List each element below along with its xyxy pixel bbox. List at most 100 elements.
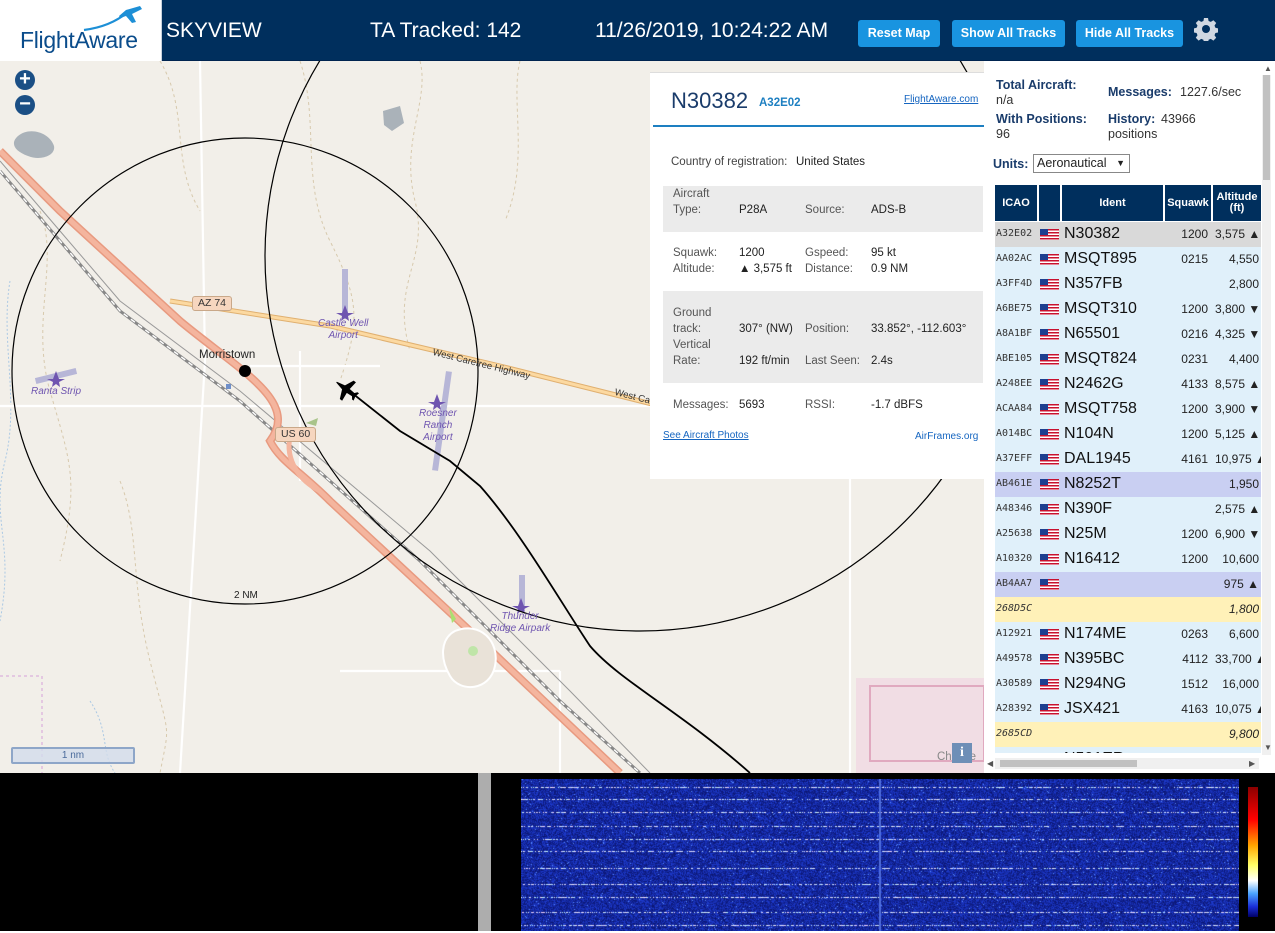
cell-ident <box>1064 597 1163 621</box>
divider <box>653 125 984 127</box>
cell-icao: 268D5C <box>996 603 1033 614</box>
cell-ident: N2462G <box>1064 375 1124 392</box>
altitude-label: Altitude: <box>673 263 715 275</box>
table-row[interactable]: A3FF4D N357FB 2,800 <box>995 272 1261 297</box>
table-row[interactable]: A248EE N2462G 4133 8,575 ▲ <box>995 372 1261 397</box>
scroll-up-icon[interactable]: ▲ <box>1264 64 1272 73</box>
position-label: Position: <box>805 323 850 335</box>
cell-icao: A28392 <box>996 703 1033 714</box>
scroll-left-icon[interactable]: ◀ <box>987 759 993 768</box>
table-row[interactable]: A12921 N174ME 0263 6,600 <box>995 622 1261 647</box>
cell-altitude: 33,700 ▲ <box>1215 652 1261 666</box>
scrollbar-thumb[interactable] <box>1263 75 1270 180</box>
column-header-icao[interactable]: ICAO <box>995 185 1039 221</box>
cell-flag <box>1039 472 1060 496</box>
show-all-tracks-button[interactable]: Show All Tracks <box>952 20 1065 47</box>
column-header-altitude[interactable]: Altitude (ft) <box>1213 185 1261 221</box>
cell-squawk: 0215 <box>1181 252 1208 266</box>
hide-all-tracks-button[interactable]: Hide All Tracks <box>1076 20 1183 47</box>
cell-flag <box>1039 497 1060 521</box>
cell-ident: JSX421 <box>1064 700 1121 717</box>
cell-icao: A3FF4D <box>996 278 1033 289</box>
cell-flag <box>1039 372 1060 396</box>
cell-flag <box>1039 647 1060 671</box>
table-row[interactable]: A30589 N294NG 1512 16,000 <box>995 672 1261 697</box>
aircraft-table: ICAO Ident Squawk Altitude (ft) A32E02 N3… <box>995 185 1261 753</box>
zoom-in-button[interactable]: + <box>15 69 35 90</box>
table-row[interactable]: A25638 N25M 1200 6,900 ▼ <box>995 522 1261 547</box>
us-flag-icon <box>1040 454 1059 465</box>
table-row[interactable]: A28392 JSX421 4163 10,075 ▲ <box>995 697 1261 722</box>
us-flag-icon <box>1040 554 1059 565</box>
table-row[interactable]: A48346 N390F 2,575 ▲ <box>995 497 1261 522</box>
flightaware-link[interactable]: FlightAware.com <box>904 94 978 105</box>
us-flag-icon <box>1040 404 1059 415</box>
source-value: ADS-B <box>871 204 907 216</box>
cell-altitude: 4,400 <box>1228 352 1259 366</box>
gear-icon[interactable] <box>1194 17 1218 41</box>
table-row[interactable]: ACAA84 MSQT758 1200 3,900 ▼ <box>995 397 1261 422</box>
us-flag-icon <box>1040 329 1059 340</box>
table-row[interactable]: A49578 N395BC 4112 33,700 ▲ <box>995 647 1261 672</box>
cell-altitude: 5,125 ▲ <box>1215 427 1261 441</box>
cell-flag <box>1039 697 1060 721</box>
country-value: United States <box>796 156 866 168</box>
us-flag-icon <box>1040 279 1059 290</box>
table-row[interactable]: A37EFF DAL1945 4161 10,975 ▲ <box>995 447 1261 472</box>
position-value: 33.852°, -112.603° <box>871 323 967 335</box>
cell-ident: N25M <box>1064 525 1107 542</box>
selected-aircraft-icon <box>336 380 360 401</box>
table-row[interactable]: A014BC N104N 1200 5,125 ▲ <box>995 422 1261 447</box>
reset-map-button[interactable]: Reset Map <box>858 20 940 47</box>
info-icon[interactable]: i <box>952 743 972 763</box>
aircraft-type-value: P28A <box>739 204 768 216</box>
table-row[interactable]: AA02AC MSQT895 0215 4,550 <box>995 247 1261 272</box>
table-row[interactable]: A32E02 N30382 1200 3,575 ▲ <box>995 222 1261 247</box>
table-horizontal-scrollbar[interactable] <box>995 758 1259 769</box>
us-flag-icon <box>1040 679 1059 690</box>
airframes-link[interactable]: AirFrames.org <box>915 431 978 442</box>
zoom-out-button[interactable]: − <box>15 94 35 115</box>
cell-altitude: 10,075 ▲ <box>1215 702 1261 716</box>
panel-divider[interactable] <box>478 773 491 931</box>
airport-label-ranta: Ranta Strip <box>31 386 82 397</box>
chevron-down-icon: ▼ <box>1116 158 1125 168</box>
scroll-right-icon[interactable]: ▶ <box>1249 759 1255 768</box>
table-row[interactable]: A6BE75 MSQT310 1200 3,800 ▼ <box>995 297 1261 322</box>
messages-label: Messages: <box>673 399 729 411</box>
cell-squawk: 1200 <box>1181 427 1208 441</box>
scrollbar-thumb[interactable] <box>1000 760 1137 767</box>
column-header-squawk[interactable]: Squawk <box>1165 185 1213 221</box>
table-row[interactable]: A8A1BF N65501 0216 4,325 ▼ <box>995 322 1261 347</box>
us-flag-icon <box>1040 629 1059 640</box>
flightaware-logo[interactable]: FlightAware <box>0 0 162 61</box>
cell-altitude: 6,600 <box>1228 627 1259 641</box>
range-ring-label: 2 NM <box>234 590 258 601</box>
table-row[interactable]: ABE105 MSQT824 0231 4,400 <box>995 347 1261 372</box>
table-row[interactable]: 2685CD 9,800 <box>995 722 1261 747</box>
cell-squawk <box>1165 472 1211 496</box>
table-row[interactable]: A7A192 N591ER 9,800 <box>995 747 1261 753</box>
road-shield-az74: AZ 74 <box>192 296 233 311</box>
cell-altitude: 4,550 <box>1228 252 1259 266</box>
table-row[interactable]: 268D5C 1,800 <box>995 597 1261 622</box>
table-row[interactable]: AB4AA7 975 ▲ <box>995 572 1261 597</box>
table-vertical-scrollbar[interactable] <box>1262 75 1271 755</box>
us-flag-icon <box>1040 579 1059 590</box>
table-row[interactable]: A10320 N16412 1200 10,600 <box>995 547 1261 572</box>
messages-rate-label: Messages: <box>1108 85 1172 99</box>
cell-icao: 2685CD <box>996 728 1033 739</box>
tracked-count: TA Tracked: 142 <box>370 19 522 42</box>
units-select[interactable]: Aeronautical ▼ <box>1033 154 1130 173</box>
column-header-flag[interactable] <box>1039 185 1062 221</box>
cell-altitude: 9,800 <box>1228 727 1259 741</box>
scroll-down-icon[interactable]: ▼ <box>1264 743 1272 752</box>
cell-ident: N395BC <box>1064 650 1125 667</box>
squawk-label: Squawk: <box>673 247 718 259</box>
table-row[interactable]: AB461E N8252T 1,950 <box>995 472 1261 497</box>
us-flag-icon <box>1040 429 1059 440</box>
gspeed-value: 95 kt <box>871 247 896 259</box>
cell-altitude: 2,575 ▲ <box>1215 502 1261 516</box>
aircraft-photos-link[interactable]: See Aircraft Photos <box>663 430 749 441</box>
column-header-ident[interactable]: Ident <box>1062 185 1165 221</box>
